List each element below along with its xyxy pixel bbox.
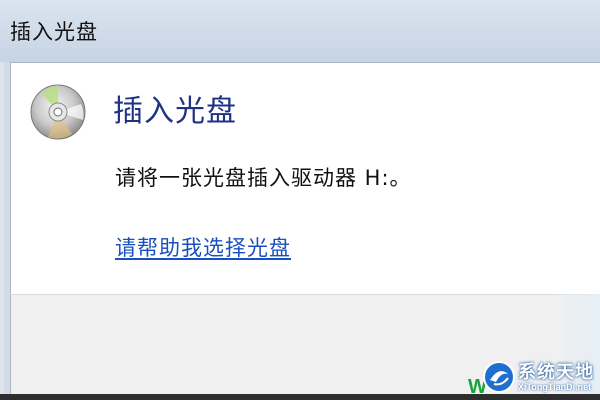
watermark: W 系统天地 XiTongTianDi.net <box>468 356 600 400</box>
watermark-title: 系统天地 <box>518 362 594 383</box>
cd-disc-icon <box>30 84 86 140</box>
watermark-url: XiTongTianDi.net <box>518 382 592 392</box>
watermark-logo-icon <box>483 361 515 393</box>
window-title: 插入光盘 <box>10 20 98 44</box>
help-select-disc-link[interactable]: 请帮助我选择光盘 <box>115 232 291 262</box>
dialog-heading: 插入光盘 <box>113 94 237 129</box>
dialog-message: 请将一张光盘插入驱动器 H:。 <box>115 166 412 190</box>
window-titlebar[interactable]: 插入光盘 <box>0 0 600 62</box>
